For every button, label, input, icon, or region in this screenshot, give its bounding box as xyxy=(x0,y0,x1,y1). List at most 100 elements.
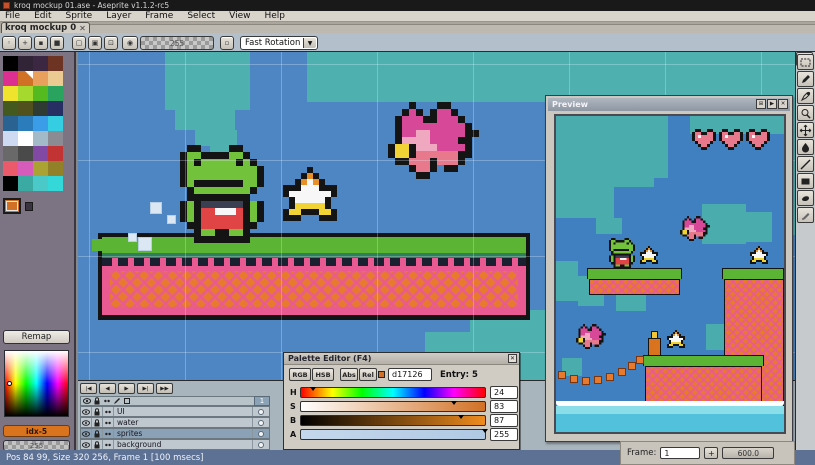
palette-swatch-8[interactable] xyxy=(3,86,18,101)
slider-marker[interactable] xyxy=(310,387,317,394)
palette-swatch-13[interactable] xyxy=(18,101,33,116)
palette-swatch-3[interactable] xyxy=(48,56,63,71)
palette-swatch-35[interactable] xyxy=(48,176,63,191)
tab-close-icon[interactable]: ✕ xyxy=(79,24,86,33)
palette-swatch-32[interactable] xyxy=(3,176,18,191)
pivot-button[interactable]: ◉ xyxy=(122,36,138,50)
move-tool[interactable] xyxy=(797,122,814,138)
slider-marker[interactable] xyxy=(458,415,465,422)
menu-item-view[interactable]: View xyxy=(229,11,250,21)
palette-swatch-16[interactable] xyxy=(3,116,18,131)
menu-item-select[interactable]: Select xyxy=(187,11,215,21)
paint-bucket-tool[interactable] xyxy=(797,139,814,155)
playback-button-4[interactable]: ▶▶ xyxy=(156,383,173,394)
layer-row-water[interactable]: water xyxy=(80,417,270,428)
eye-icon[interactable] xyxy=(83,397,91,405)
menu-item-help[interactable]: Help xyxy=(264,11,285,21)
palette-swatch-27[interactable] xyxy=(48,146,63,161)
palette-swatch-11[interactable] xyxy=(48,86,63,101)
palette-option-button-2[interactable]: + xyxy=(18,36,32,50)
slider-value-s[interactable]: 83 xyxy=(490,400,518,413)
palette-swatch-0[interactable] xyxy=(3,56,18,71)
palette-swatch-17[interactable] xyxy=(18,116,33,131)
remap-button[interactable]: Remap xyxy=(3,330,70,344)
layer-row-sprites[interactable]: sprites xyxy=(80,428,270,439)
rel-button[interactable]: Rel xyxy=(359,368,377,381)
palette-swatch-2[interactable] xyxy=(33,56,48,71)
cel-mini-icon[interactable] xyxy=(123,397,131,405)
palette-swatch-9[interactable] xyxy=(18,86,33,101)
palette-swatch-21[interactable] xyxy=(18,131,33,146)
close-icon[interactable]: ✕ xyxy=(508,354,517,363)
lock-icon[interactable] xyxy=(92,418,103,427)
palette-swatch-18[interactable] xyxy=(33,116,48,131)
slider-marker[interactable] xyxy=(482,429,488,436)
rectangle-tool[interactable] xyxy=(797,173,814,189)
slider-value-a[interactable]: 255 xyxy=(490,428,518,441)
eye-icon[interactable] xyxy=(81,418,92,427)
hsb-button[interactable]: HSB xyxy=(312,368,334,381)
cel-frame-1[interactable] xyxy=(252,407,269,416)
layer-row-background[interactable]: background xyxy=(80,439,270,450)
zoom-tool[interactable] xyxy=(797,105,814,121)
lock-icon[interactable] xyxy=(93,397,101,405)
menu-item-frame[interactable]: Frame xyxy=(145,11,173,21)
palette-swatch-34[interactable] xyxy=(33,176,48,191)
pencil-tool[interactable] xyxy=(797,71,814,87)
layer-row-UI[interactable]: UI xyxy=(80,406,270,417)
palette-swatch-22[interactable] xyxy=(33,131,48,146)
rotation-algorithm-dropdown[interactable]: Fast Rotation ▼ xyxy=(240,36,318,50)
menu-item-sprite[interactable]: Sprite xyxy=(66,11,93,21)
palette-swatch-33[interactable] xyxy=(18,176,33,191)
lock-icon[interactable] xyxy=(92,429,103,438)
link-icon[interactable] xyxy=(103,440,114,449)
link-icon[interactable] xyxy=(103,407,114,416)
selection-mode-add-button[interactable]: ▣ xyxy=(88,36,102,50)
hex-color-input[interactable]: d17126 xyxy=(388,368,432,381)
cel-frame-1[interactable] xyxy=(252,418,269,427)
playback-button-2[interactable]: ▶ xyxy=(118,383,135,394)
zoom-slider[interactable]: 600.0 xyxy=(722,447,775,459)
eye-icon[interactable] xyxy=(81,407,92,416)
slider-value-h[interactable]: 24 xyxy=(490,386,518,399)
palette-swatch-19[interactable] xyxy=(48,116,63,131)
palette-swatch-14[interactable] xyxy=(33,101,48,116)
palette-swatch-23[interactable] xyxy=(48,131,63,146)
menu-item-file[interactable]: File xyxy=(5,11,20,21)
menu-item-edit[interactable]: Edit xyxy=(34,11,51,21)
preview-titlebar[interactable]: Preview xyxy=(548,98,790,111)
line-tool[interactable] xyxy=(797,156,814,172)
eye-icon[interactable] xyxy=(81,429,92,438)
palette-swatch-15[interactable] xyxy=(48,101,63,116)
palette-option-button-3[interactable]: ▪ xyxy=(34,36,48,50)
link-icon[interactable] xyxy=(103,397,111,405)
palette-swatch-25[interactable] xyxy=(18,146,33,161)
eyedropper-tool[interactable] xyxy=(797,88,814,104)
playback-button-0[interactable]: |◀ xyxy=(80,383,97,394)
palette-swatch-28[interactable] xyxy=(3,161,18,176)
palette-swatch-4[interactable] xyxy=(3,71,18,86)
cel-frame-1[interactable] xyxy=(252,429,269,438)
palette-editor-titlebar[interactable]: Palette Editor (F4) ✕ xyxy=(284,353,519,365)
palette-option-button-4[interactable]: ■ xyxy=(50,36,64,50)
abs-button[interactable]: Abs xyxy=(340,368,358,381)
background-color-swatch[interactable] xyxy=(25,202,33,211)
palette-option-button-1[interactable]: ◦ xyxy=(2,36,16,50)
palette-swatch-31[interactable] xyxy=(48,161,63,176)
frame-1-header[interactable]: 1 xyxy=(254,396,270,406)
color-spectrum-picker[interactable] xyxy=(4,350,69,417)
link-icon[interactable] xyxy=(103,429,114,438)
menu-item-layer[interactable]: Layer xyxy=(106,11,131,21)
contour-tool[interactable] xyxy=(797,190,814,206)
foreground-color-swatch[interactable] xyxy=(3,198,21,214)
playback-button-1[interactable]: ◀ xyxy=(99,383,116,394)
lock-icon[interactable] xyxy=(92,407,103,416)
slider-track-s[interactable] xyxy=(300,401,486,412)
palette-swatch-6[interactable] xyxy=(33,71,48,86)
slider-value-b[interactable]: 87 xyxy=(490,414,518,427)
frame-number-input[interactable]: 1 xyxy=(660,447,701,459)
add-frame-button[interactable]: + xyxy=(704,447,719,459)
slider-track-h[interactable] xyxy=(300,387,486,398)
link-icon[interactable] xyxy=(103,418,114,427)
palette-swatch-30[interactable] xyxy=(33,161,48,176)
